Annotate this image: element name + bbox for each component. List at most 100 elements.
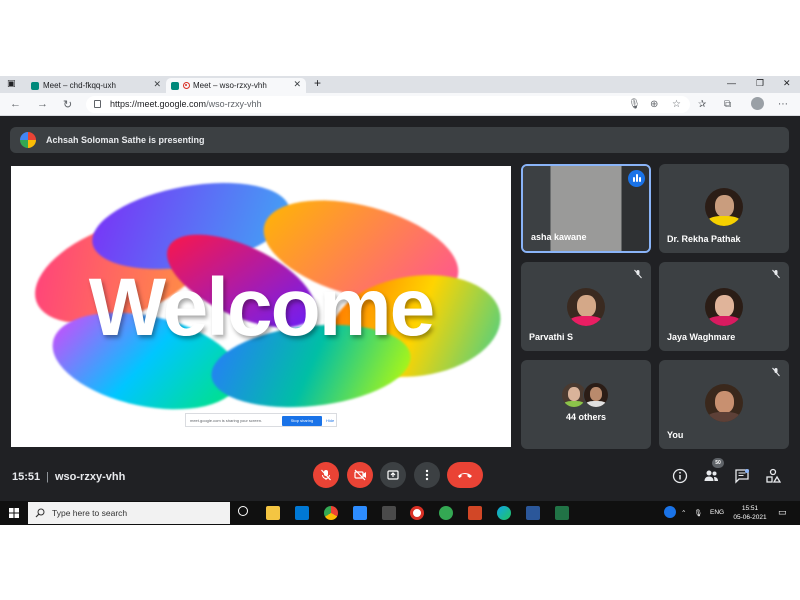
profile-avatar[interactable] (751, 97, 764, 110)
participant-tile[interactable]: Dr. Rekha Pathak (659, 164, 789, 253)
tab-actions-icon[interactable]: ▣ (7, 78, 16, 89)
microphone-toggle-button[interactable] (313, 462, 339, 488)
share-message: meet.google.com is sharing your screen. (190, 418, 263, 423)
store-icon[interactable] (295, 506, 309, 520)
meeting-time: 15:51 (12, 471, 41, 483)
address-bar: ← → ↻ https://meet.google.com/wso-rzxy-v… (0, 93, 800, 116)
clock-date: 05-06-2021 (733, 514, 767, 521)
file-explorer-icon[interactable] (266, 506, 280, 520)
meeting-details: 15:51 | wso-rzxy-vhh (12, 471, 125, 483)
url-field[interactable]: https://meet.google.com/wso-rzxy-vhh (86, 96, 690, 113)
meet-tray-icon[interactable] (664, 506, 676, 518)
end-call-icon (458, 473, 472, 478)
collections-icon[interactable]: ⧉ (724, 99, 731, 110)
tab-meet-chd[interactable]: Meet – chd-fkqq-uxh ✕ (26, 78, 166, 93)
language-indicator[interactable]: ENG (710, 509, 724, 516)
screen-share-bar: meet.google.com is sharing your screen. … (185, 413, 337, 427)
more-menu-icon[interactable]: ⋯ (778, 99, 788, 110)
participant-name: You (667, 430, 684, 440)
browser-tab-bar: ▣ Meet – chd-fkqq-uxh ✕ Meet – wso-rzxy-… (0, 76, 800, 93)
excel-icon[interactable] (555, 506, 569, 520)
meeting-code: wso-rzxy-vhh (55, 471, 126, 483)
leave-call-button[interactable] (447, 462, 483, 488)
more-options-button[interactable] (414, 462, 440, 488)
participant-name: asha kawane (531, 232, 587, 242)
others-count-label: 44 others (565, 412, 607, 422)
clock-time: 15:51 (741, 505, 759, 512)
participant-avatar (705, 288, 743, 326)
url-path: /wso-rzxy-vhh (206, 99, 262, 109)
participant-count-badge: 50 (712, 458, 724, 468)
present-now-button[interactable] (380, 462, 406, 488)
screen-recorder-icon[interactable] (410, 506, 424, 520)
presenting-text: Achsah Soloman Sathe is presenting (46, 135, 205, 145)
zoom-app-icon[interactable] (353, 506, 367, 520)
participant-tile-self[interactable]: You (659, 360, 789, 449)
present-screen-icon (387, 470, 399, 480)
favorite-icon[interactable]: ☆ (672, 99, 681, 110)
edge-icon[interactable] (497, 506, 511, 520)
stop-sharing-button[interactable]: Stop sharing (282, 416, 322, 426)
mic-off-icon (772, 367, 780, 377)
url-host: https://meet.google.com (110, 99, 207, 109)
speaking-indicator-icon (628, 170, 645, 187)
participant-tile[interactable]: Jaya Waghmare (659, 262, 789, 351)
screen: ▣ Meet – chd-fkqq-uxh ✕ Meet – wso-rzxy-… (0, 76, 800, 525)
meeting-details-icon[interactable] (672, 468, 688, 484)
url-text: https://meet.google.com/wso-rzxy-vhh (110, 99, 262, 109)
windows-start-icon[interactable] (9, 508, 19, 518)
participant-tile[interactable]: asha kawane (521, 164, 651, 253)
new-tab-button[interactable]: + (314, 76, 321, 90)
tab-meet-wso[interactable]: Meet – wso-rzxy-vhh ✕ (166, 78, 306, 93)
app-icon[interactable] (382, 506, 396, 520)
window-close-button[interactable]: ✕ (783, 78, 791, 89)
favorites-list-icon[interactable]: ✰ (698, 99, 706, 110)
mic-tray-icon[interactable]: 🎙︎ (694, 509, 702, 517)
welcome-heading: Welcome (88, 262, 436, 353)
hide-button[interactable]: Hide (326, 418, 334, 423)
mic-off-icon (321, 469, 331, 481)
tab-label: Meet – chd-fkqq-uxh (43, 81, 116, 90)
lock-icon (94, 100, 101, 108)
back-icon[interactable]: ← (10, 98, 21, 110)
refresh-icon[interactable]: ↻ (63, 98, 72, 111)
taskbar-clock[interactable]: 15:51 05-06-2021 (730, 504, 770, 522)
word-icon[interactable] (526, 506, 540, 520)
tab-label: Meet – wso-rzxy-vhh (193, 81, 267, 90)
recording-icon (183, 82, 190, 89)
search-icon (35, 508, 45, 518)
participant-tile[interactable]: Parvathi S (521, 262, 651, 351)
more-vert-icon (425, 469, 429, 481)
presenter-avatar (20, 132, 36, 148)
people-icon[interactable] (703, 468, 719, 484)
microphone-icon[interactable]: 🎙︎ (628, 99, 641, 110)
participant-avatar (567, 288, 605, 326)
meet-favicon-icon (171, 81, 179, 90)
taskbar-search-box[interactable]: Type here to search (28, 502, 230, 524)
search-placeholder: Type here to search (52, 508, 128, 518)
participant-name: Jaya Waghmare (667, 332, 736, 342)
tray-chevron-icon[interactable]: ⌃ (681, 509, 686, 517)
camera-off-icon (353, 469, 366, 481)
participant-tile[interactable]: 44 others (521, 360, 651, 449)
task-view-icon[interactable] (238, 506, 248, 516)
restore-button[interactable]: ❐ (756, 78, 764, 89)
close-icon[interactable]: ✕ (153, 79, 161, 90)
minimize-button[interactable]: — (727, 78, 736, 88)
presenting-banner: Achsah Soloman Sathe is presenting (10, 127, 789, 153)
mic-off-icon (772, 269, 780, 279)
whatsapp-icon[interactable] (439, 506, 453, 520)
forward-icon[interactable]: → (37, 98, 48, 110)
close-icon[interactable]: ✕ (293, 79, 301, 90)
participant-avatar (705, 188, 743, 226)
zoom-icon[interactable]: ⊕ (650, 99, 658, 110)
windows-taskbar: Type here to search ⌃ 🎙︎ ENG 15:51 05-06… (0, 501, 800, 525)
activities-icon[interactable] (765, 468, 781, 484)
notifications-icon[interactable]: ▭ (778, 507, 787, 518)
powerpoint-icon[interactable] (468, 506, 482, 520)
camera-toggle-button[interactable] (347, 462, 373, 488)
meet-favicon-icon (31, 81, 39, 90)
participant-name: Parvathi S (529, 332, 574, 342)
chrome-icon[interactable] (324, 506, 338, 520)
chat-icon[interactable] (734, 468, 750, 484)
